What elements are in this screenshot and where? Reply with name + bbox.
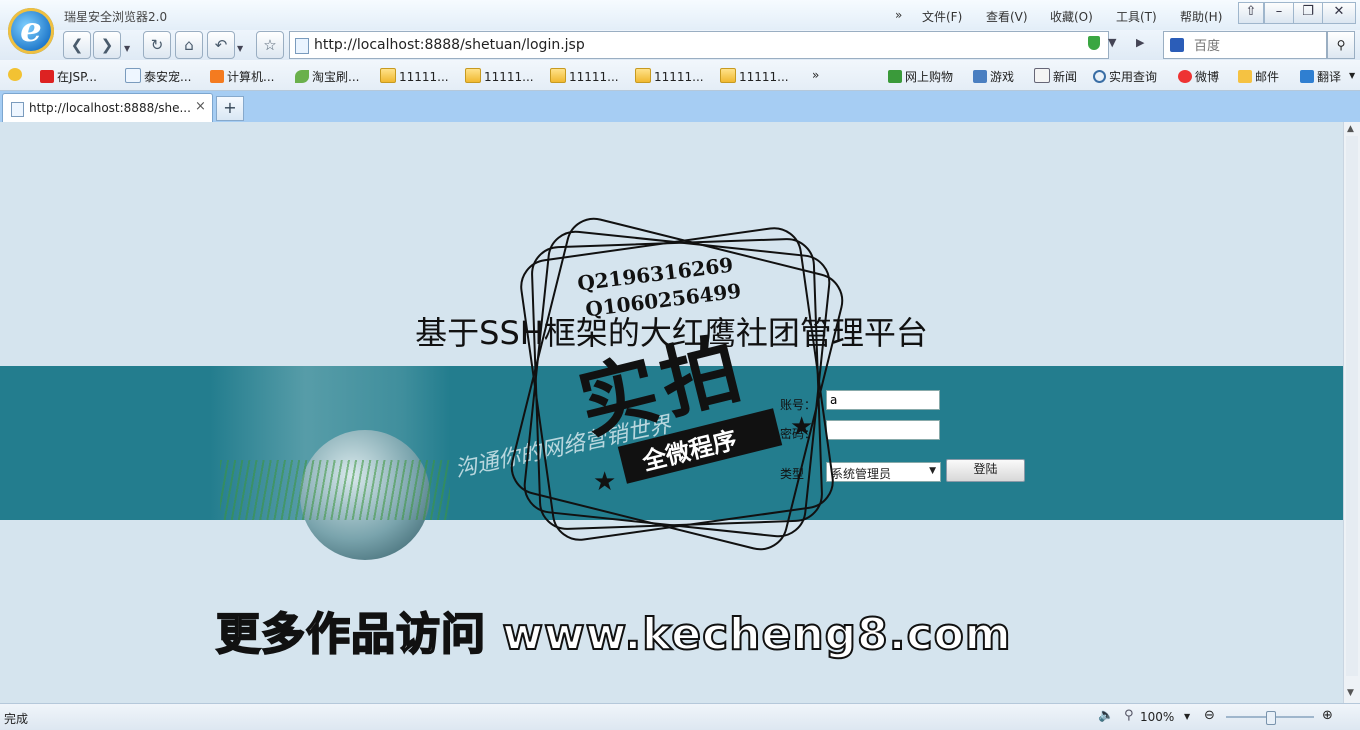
- magnifier-icon: [1093, 70, 1106, 83]
- speaker-icon[interactable]: 🔈: [1098, 708, 1114, 723]
- back-button[interactable]: ❮: [63, 31, 91, 59]
- quick-links-dropdown-icon[interactable]: ▼: [1349, 71, 1355, 80]
- tab-bar: http://localhost:8888/she... × +: [0, 91, 1360, 123]
- title-bar: 瑞星安全浏览器2.0 » 文件(F) 查看(V) 收藏(O) 工具(T) 帮助(…: [0, 0, 1360, 30]
- refresh-button[interactable]: ↻: [143, 31, 171, 59]
- favorite-folder-4[interactable]: 11111...: [635, 68, 704, 84]
- zoom-dropdown-icon[interactable]: ▼: [1184, 712, 1190, 721]
- envelope-icon: [1238, 70, 1252, 83]
- page-icon: [295, 38, 309, 54]
- quick-link-news[interactable]: 新闻: [1034, 68, 1077, 85]
- tab-login[interactable]: http://localhost:8888/she... ×: [2, 93, 213, 123]
- baidu-icon[interactable]: [1170, 38, 1184, 52]
- translate-icon: [1300, 70, 1314, 83]
- favorites-more[interactable]: »: [812, 68, 819, 82]
- favorite-folder-5[interactable]: 11111...: [720, 68, 789, 84]
- menu-more[interactable]: »: [895, 8, 902, 22]
- restore-button[interactable]: ❐: [1293, 2, 1323, 24]
- folder-icon: [635, 68, 651, 83]
- quick-link-shopping[interactable]: 网上购物: [888, 68, 953, 85]
- undo-dropdown-icon[interactable]: ▼: [237, 44, 247, 56]
- favorite-folder-3[interactable]: 11111...: [550, 68, 619, 84]
- search-input[interactable]: [1192, 37, 1316, 54]
- undo-close-button[interactable]: ↶: [207, 31, 235, 59]
- home-button[interactable]: ⌂: [175, 31, 203, 59]
- menu-help[interactable]: 帮助(H): [1180, 8, 1222, 25]
- star-icon[interactable]: [8, 68, 25, 82]
- bird-icon: [295, 70, 309, 83]
- scroll-down-icon[interactable]: ▼: [1347, 688, 1354, 698]
- quick-link-weibo[interactable]: 微博: [1178, 68, 1219, 85]
- page-icon: [125, 68, 141, 83]
- tab-close-icon[interactable]: ×: [195, 99, 206, 114]
- quick-link-games[interactable]: 游戏: [973, 68, 1014, 85]
- browser-logo-icon: e: [8, 8, 54, 54]
- favorite-item-2[interactable]: 泰安宠...: [125, 68, 191, 85]
- app-title: 瑞星安全浏览器2.0: [64, 10, 168, 24]
- zoom-out-icon[interactable]: ⊖: [1204, 708, 1215, 723]
- quick-link-translate[interactable]: 翻译: [1300, 68, 1341, 85]
- folder-icon: [380, 68, 396, 83]
- zoom-in-icon[interactable]: ⊕: [1322, 708, 1333, 723]
- quick-link-query[interactable]: 实用查询: [1093, 68, 1157, 85]
- status-bar: 完成 🔈 ⚲ 100% ▼ ⊖ ⊕: [0, 703, 1360, 730]
- folder-icon: [720, 68, 736, 83]
- favorite-item-4[interactable]: 淘宝刷...: [295, 68, 359, 85]
- address-text[interactable]: http://localhost:8888/shetuan/login.jsp: [314, 37, 585, 53]
- zoom-slider-knob[interactable]: [1266, 711, 1276, 725]
- security-shield-icon[interactable]: [1088, 36, 1100, 50]
- new-tab-button[interactable]: +: [216, 96, 244, 121]
- favorite-star-button[interactable]: ☆: [256, 31, 284, 59]
- watermark-stamp: Q2196316269 Q1060256499 实拍 全微程序 ★ ★: [504, 211, 855, 562]
- go-arrow-icon[interactable]: ▶: [1136, 36, 1144, 49]
- gamepad-icon: [973, 70, 987, 83]
- favorite-folder-2[interactable]: 11111...: [465, 68, 534, 84]
- tab-label: http://localhost:8888/she...: [29, 101, 191, 115]
- zoom-icon[interactable]: ⚲: [1124, 708, 1134, 723]
- search-box[interactable]: [1163, 31, 1327, 59]
- newspaper-icon: [1034, 68, 1050, 83]
- menu-favorites[interactable]: 收藏(O): [1050, 8, 1093, 25]
- promo-text: 更多作品访问 www.kecheng8.com: [215, 608, 1012, 661]
- vertical-scrollbar[interactable]: ▲ ▼: [1343, 122, 1360, 703]
- star-icon: ★: [593, 467, 617, 497]
- taobao-icon: [210, 70, 224, 83]
- skin-icon[interactable]: ⇧: [1238, 2, 1264, 24]
- menu-file[interactable]: 文件(F): [922, 8, 962, 25]
- star-icon: ★: [790, 412, 814, 442]
- quick-link-mail[interactable]: 邮件: [1238, 68, 1279, 85]
- status-text: 完成: [4, 712, 29, 726]
- favorite-folder-1[interactable]: 11111...: [380, 68, 449, 84]
- address-dropdown-icon[interactable]: ▼: [1108, 36, 1116, 49]
- zoom-level[interactable]: 100%: [1140, 710, 1174, 724]
- address-bar[interactable]: http://localhost:8888/shetuan/login.jsp …: [289, 31, 1144, 59]
- grass-image: [220, 460, 450, 520]
- menu-view[interactable]: 查看(V): [986, 8, 1028, 25]
- red-c-icon: [40, 70, 54, 83]
- history-dropdown-icon[interactable]: ▼: [124, 44, 134, 56]
- cart-icon: [888, 70, 902, 83]
- navigation-bar: ❮ ❯ ▼ ↻ ⌂ ↶ ▼ ☆ http://localhost:8888/sh…: [0, 30, 1360, 60]
- favorite-item-3[interactable]: 计算机...: [210, 68, 274, 85]
- page-icon: [11, 102, 24, 117]
- favorites-bar: 在JSP... 泰安宠... 计算机... 淘宝刷... 11111... 11…: [0, 60, 1360, 91]
- favorite-item-1[interactable]: 在JSP...: [40, 68, 97, 85]
- search-icon[interactable]: ⚲: [1327, 31, 1355, 59]
- close-window-button[interactable]: ✕: [1322, 2, 1356, 24]
- chevron-down-icon: ▼: [929, 466, 936, 476]
- weibo-icon: [1178, 70, 1192, 83]
- menu-tools[interactable]: 工具(T): [1116, 8, 1157, 25]
- folder-icon: [550, 68, 566, 83]
- page-content: 基于SSH框架的大红鹰社团管理平台 沟通你的网络营销世界 账号： 密码： 类型 …: [0, 122, 1343, 703]
- scroll-up-icon[interactable]: ▲: [1347, 124, 1354, 134]
- login-button[interactable]: 登陆: [946, 459, 1025, 482]
- scroll-thumb[interactable]: [1346, 136, 1358, 676]
- forward-button[interactable]: ❯: [93, 31, 121, 59]
- minimize-button[interactable]: –: [1264, 2, 1294, 24]
- folder-icon: [465, 68, 481, 83]
